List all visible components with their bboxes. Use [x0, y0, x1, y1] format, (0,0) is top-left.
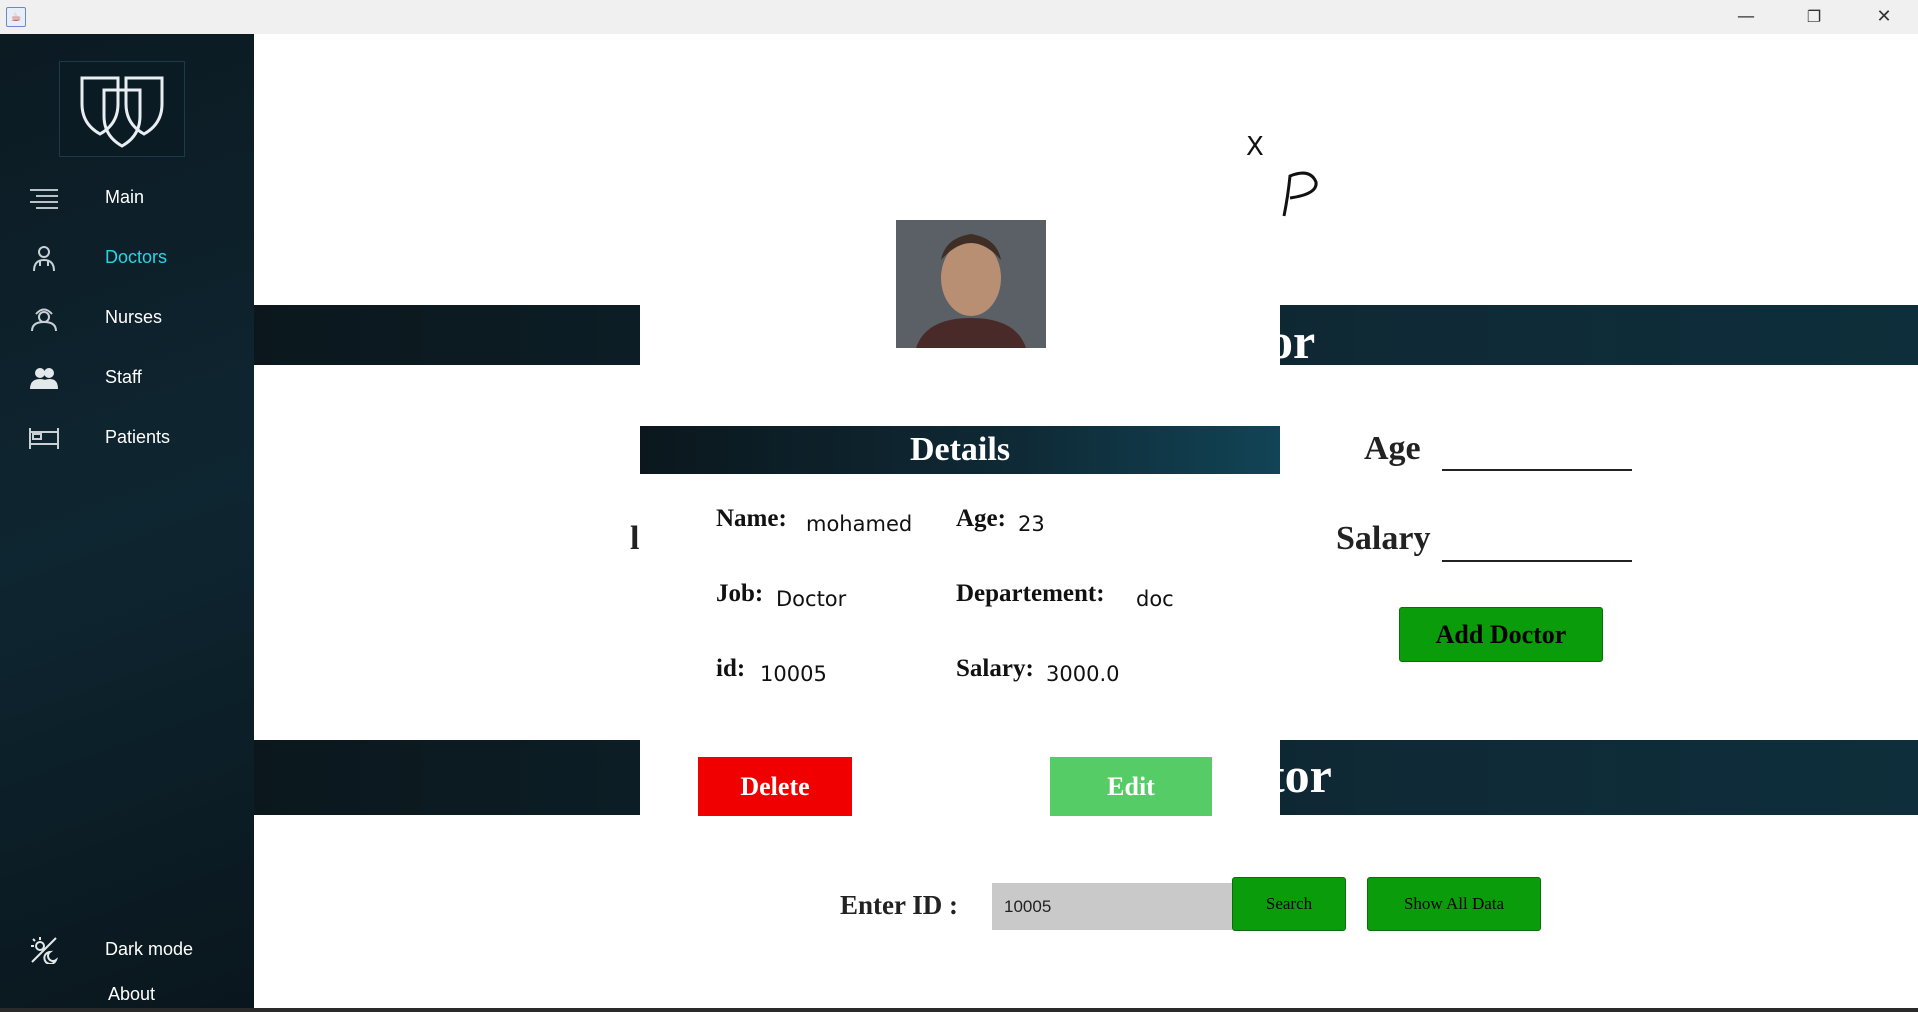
close-dialog-button[interactable]: X [1246, 132, 1264, 162]
about-label: About [108, 984, 156, 1004]
details-header: Details [640, 426, 1280, 474]
menu-lines-icon [30, 189, 58, 209]
script-glyph-fragment [1282, 171, 1318, 217]
salary-label: Salary: [956, 655, 1034, 682]
sidebar: Main Doctors Nurses Staff Patients Dark … [0, 34, 254, 1008]
doctor-details-dialog: X Details Name: mohamed Age: 23 Job: Doc… [640, 118, 1280, 840]
age-label: Age: [956, 505, 1006, 532]
id-label: id: [716, 655, 746, 682]
name-label: Name: [716, 505, 787, 532]
sidebar-item-staff[interactable]: Staff [0, 358, 254, 398]
sidebar-item-label: Patients [105, 427, 171, 447]
sidebar-item-label: Main [105, 187, 145, 207]
search-button[interactable]: Search [1232, 877, 1346, 931]
staff-icon [30, 368, 58, 389]
dark-mode-icon [31, 937, 59, 964]
sidebar-item-patients[interactable]: Patients [0, 418, 254, 458]
bed-icon [29, 428, 59, 449]
dark-mode-toggle[interactable]: Dark mode [0, 930, 254, 970]
sidebar-item-label: Doctors [105, 247, 168, 267]
salary-value: 3000.0 [1046, 662, 1120, 686]
enter-id-label: Enter ID : [840, 890, 958, 920]
id-value: 10005 [760, 662, 827, 686]
dark-mode-label: Dark mode [105, 939, 194, 959]
salary-label: Salary [1336, 520, 1431, 557]
minimize-button[interactable]: — [1712, 0, 1780, 34]
department-label: Departement: [956, 580, 1105, 607]
age-value: 23 [1018, 512, 1045, 536]
edit-button[interactable]: Edit [1050, 757, 1212, 816]
sidebar-item-label: Staff [105, 367, 142, 387]
restore-button[interactable]: ❐ [1780, 0, 1848, 34]
sidebar-item-label: Nurses [105, 307, 163, 327]
sidebar-item-main[interactable]: Main [0, 178, 254, 218]
age-label: Age [1364, 430, 1421, 467]
java-icon: ☕ [6, 7, 26, 27]
add-doctor-button[interactable]: Add Doctor [1399, 607, 1603, 662]
name-value: mohamed [806, 512, 913, 536]
delete-button[interactable]: Delete [698, 757, 852, 816]
age-field[interactable] [1442, 469, 1632, 471]
department-value: doc [1136, 587, 1174, 611]
sidebar-item-doctors[interactable]: Doctors [0, 238, 254, 278]
hospital-shields-logo [59, 61, 185, 157]
job-label: Job: [716, 580, 764, 607]
sidebar-item-nurses[interactable]: Nurses [0, 298, 254, 338]
window-title-bar: ☕ — ❐ ✕ [0, 0, 1918, 34]
nurse-icon [31, 308, 57, 332]
left-label-fragment: l [630, 520, 640, 557]
id-search-input[interactable]: 10005 [992, 883, 1232, 930]
job-value: Doctor [776, 587, 847, 611]
salary-field[interactable] [1442, 560, 1632, 562]
doctor-icon [33, 246, 55, 272]
window-bottom-border [0, 1008, 1918, 1012]
show-all-data-button[interactable]: Show All Data [1367, 877, 1541, 931]
close-window-button[interactable]: ✕ [1850, 0, 1918, 34]
doctor-photo [896, 220, 1046, 348]
